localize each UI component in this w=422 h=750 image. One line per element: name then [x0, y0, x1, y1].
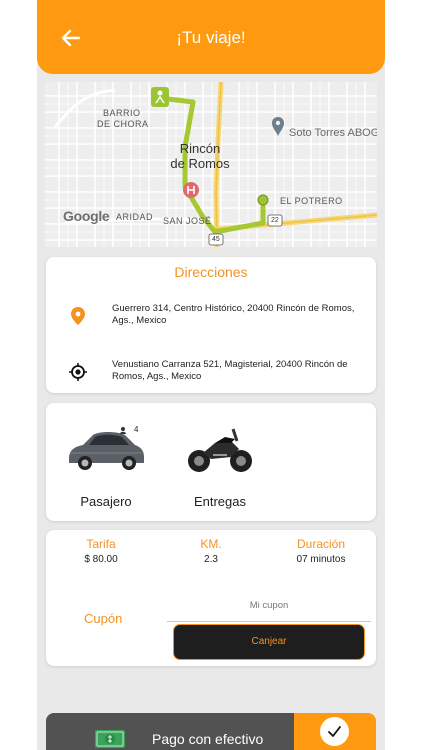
payment-bar[interactable]: Pago con efectivo: [46, 713, 376, 750]
vehicle-label-entregas: Entregas: [193, 494, 247, 509]
map-label-town: Rincón de Romos: [163, 141, 237, 171]
payment-method-option[interactable]: Pago con efectivo: [46, 713, 294, 750]
map-label-place: Soto Torres ABOG: [289, 127, 377, 139]
destination-address: Venustiano Carranza 521, Magisterial, 20…: [112, 359, 348, 382]
map-label-san-jose: SAN JOSÉ: [163, 216, 212, 226]
directions-card: Direcciones Guerrero 314, Centro Históri…: [46, 257, 376, 393]
km-column: KM. 2.3: [156, 537, 266, 565]
map-label-barrio: BARRIO: [103, 108, 141, 118]
vehicle-option-pasajero[interactable]: 4 Pasajero: [60, 423, 152, 509]
motorcycle-icon: [188, 428, 252, 472]
page-title: ¡Tu viaje!: [176, 28, 246, 47]
check-icon[interactable]: [320, 717, 349, 746]
google-attribution: Google: [63, 208, 110, 224]
payment-confirm[interactable]: [294, 713, 376, 750]
cash-icon: [95, 730, 125, 748]
route-map[interactable]: BARRIO DE CHORA Rincón de Romos Soto Tor…: [45, 82, 377, 247]
duracion-label: Duración: [296, 537, 346, 551]
fare-card: Tarifa $ 80.00 KM. 2.3 Duración 07 minut…: [46, 530, 376, 666]
cupon-label: Cupón: [84, 611, 123, 626]
duracion-column: Duración 07 minutos: [266, 537, 376, 565]
cupon-input[interactable]: [167, 590, 371, 622]
map-label-aridad: ARIDAD: [116, 212, 154, 222]
km-value: 2.3: [204, 554, 218, 565]
tarifa-column: Tarifa $ 80.00: [46, 537, 156, 565]
map-label-town-line1: Rincón: [179, 141, 221, 156]
crosshair-target-icon: [69, 363, 87, 381]
location-pin-icon: [71, 307, 85, 325]
vehicle-option-entregas[interactable]: Entregas: [174, 423, 266, 509]
highway-22-label: 22: [271, 217, 279, 224]
vehicle-card: 4 Pasajero Entregas: [46, 403, 376, 521]
origin-address: Guerrero 314, Centro Histórico, 20400 Ri…: [112, 303, 355, 326]
duracion-value: 07 minutos: [296, 554, 346, 565]
directions-title: Direcciones: [174, 264, 248, 280]
vehicle-label-pasajero: Pasajero: [80, 494, 132, 509]
highway-45-label: 45: [212, 236, 220, 243]
map-label-de-chora: DE CHORA: [97, 119, 149, 129]
tarifa-value: $ 80.00: [84, 554, 118, 565]
map-label-el-potrero: EL POTRERO: [280, 196, 343, 206]
tarifa-label: Tarifa: [86, 537, 116, 551]
km-label: KM.: [200, 537, 222, 551]
passenger-count-badge: 4: [134, 425, 139, 434]
canjear-button[interactable]: Canjear: [173, 624, 365, 660]
payment-label: Pago con efectivo: [152, 731, 264, 747]
map-label-town-line2: de Romos: [170, 156, 230, 171]
phone-screen: ¡Tu viaje! BARRIO DE CHORA Rincón de Rom…: [37, 0, 385, 750]
header-bar: ¡Tu viaje!: [37, 0, 385, 74]
